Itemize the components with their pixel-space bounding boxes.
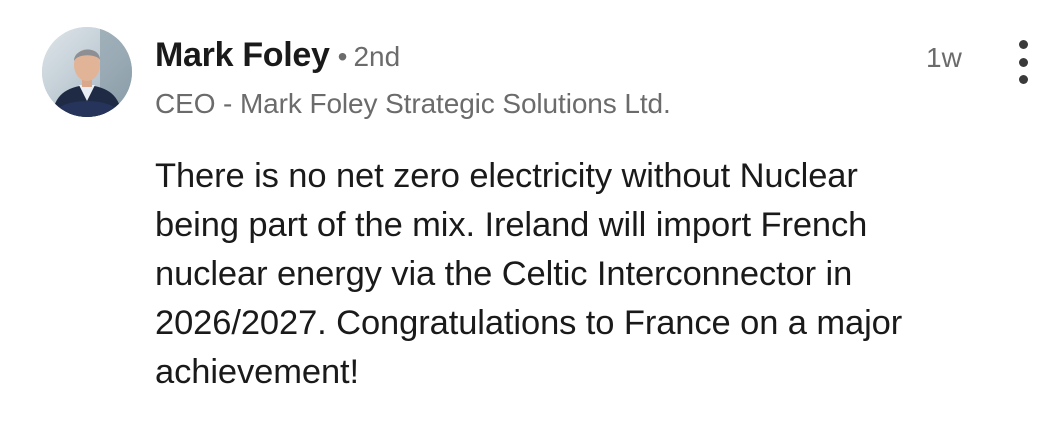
post-body: There is no net zero electricity without… <box>155 152 1035 397</box>
post-body-line: 2026/2027. Congratulations to France on … <box>155 304 903 342</box>
avatar[interactable] <box>42 27 132 117</box>
post-body-line: achievement! <box>155 353 359 391</box>
post-card: Mark Foley • 2nd CEO - Mark Foley Strate… <box>0 0 1047 445</box>
more-dot <box>1018 75 1028 84</box>
post-body-line: nuclear energy via the Celtic Interconne… <box>155 255 853 293</box>
more-dot <box>1018 40 1028 49</box>
degree-separator: • <box>337 41 348 72</box>
author-name[interactable]: Mark Foley <box>155 36 330 75</box>
connection-degree: 2nd <box>353 41 401 72</box>
post-body-line: being part of the mix. Ireland will impo… <box>155 206 868 244</box>
avatar-photo <box>42 27 132 117</box>
more-dot <box>1018 57 1028 67</box>
post-body-line: There is no net zero electricity without… <box>155 157 858 195</box>
author-line: Mark Foley • 2nd <box>155 36 907 80</box>
post-header: Mark Foley • 2nd CEO - Mark Foley Strate… <box>155 36 907 120</box>
post-timestamp: 1w <box>926 42 962 73</box>
more-vertical-icon[interactable] <box>1010 40 1036 84</box>
author-headline: CEO - Mark Foley Strategic Solutions Ltd… <box>155 88 671 119</box>
